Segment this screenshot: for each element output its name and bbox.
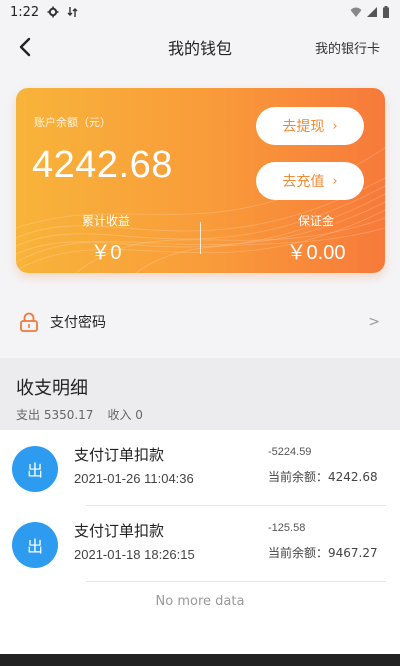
transaction-type-icon: 出 [12,522,58,568]
battery-icon [383,6,389,18]
ledger-header: 收支明细 支出 5350.17 收入 0 [0,358,400,430]
deposit-value: ￥0.00 [286,242,346,264]
system-nav-bar [0,654,400,666]
withdraw-label: 去提现 [282,119,325,135]
chevron-right-icon: > [368,314,380,330]
transaction-type-icon: 出 [12,446,58,492]
transaction-time: 2021-01-26 11:04:36 [74,471,194,486]
transaction-time: 2021-01-18 18:26:15 [74,547,195,562]
chevron-left-icon [19,37,31,57]
balance-amount: 4242.68 [32,144,173,186]
expense-total: 支出 5350.17 [16,408,94,422]
income-value: ￥0 [90,242,122,264]
withdraw-button[interactable]: 去提现 › [256,107,364,145]
no-more-data-text: No more data [155,594,245,609]
gear-icon [47,6,59,18]
balance-label: 账户余额（元） [34,116,111,129]
divider [86,581,386,582]
status-time: 1:22 [10,4,40,20]
chevron-right-icon: › [332,118,338,134]
transaction-title: 支付订单扣款 [74,446,165,464]
list-item[interactable]: 出 支付订单扣款 2021-01-18 18:26:15 -125.58 当前余… [0,506,400,581]
nav-bar: 我的钱包 我的银行卡 [0,24,400,70]
ledger-title: 收支明细 [16,378,88,399]
transaction-title: 支付订单扣款 [74,522,165,540]
income-label: 累计收益 [81,214,130,228]
divider [200,222,201,254]
data-sync-icon [67,7,78,17]
payment-password-row[interactable]: 支付密码 > [0,296,400,348]
payment-password-label: 支付密码 [50,315,106,331]
chevron-right-icon: › [332,173,338,189]
my-bank-cards-link[interactable]: 我的银行卡 [315,38,380,57]
back-button[interactable] [12,34,38,60]
transaction-balance: 当前余额：4242.68 [268,470,378,484]
recharge-label: 去充值 [282,174,325,190]
status-bar: 1:22 [0,0,400,24]
wallet-card: 账户余额（元） 4242.68 去提现 › 去充值 › 累计收益 ￥0 保证金 … [16,88,385,273]
ledger-summary: 支出 5350.17 收入 0 [16,406,384,423]
signal-icon [367,7,377,17]
wifi-icon [350,7,362,17]
recharge-button[interactable]: 去充值 › [256,162,364,200]
transaction-balance: 当前余额：9467.27 [268,546,378,560]
transaction-list: 出 支付订单扣款 2021-01-26 11:04:36 -5224.59 当前… [0,430,400,652]
deposit-label: 保证金 [297,214,334,228]
transaction-amount: -125.58 [268,522,306,534]
transaction-amount: -5224.59 [268,446,312,458]
lock-icon [20,312,38,332]
income-total: 收入 0 [107,408,143,422]
list-item[interactable]: 出 支付订单扣款 2021-01-26 11:04:36 -5224.59 当前… [0,430,400,505]
